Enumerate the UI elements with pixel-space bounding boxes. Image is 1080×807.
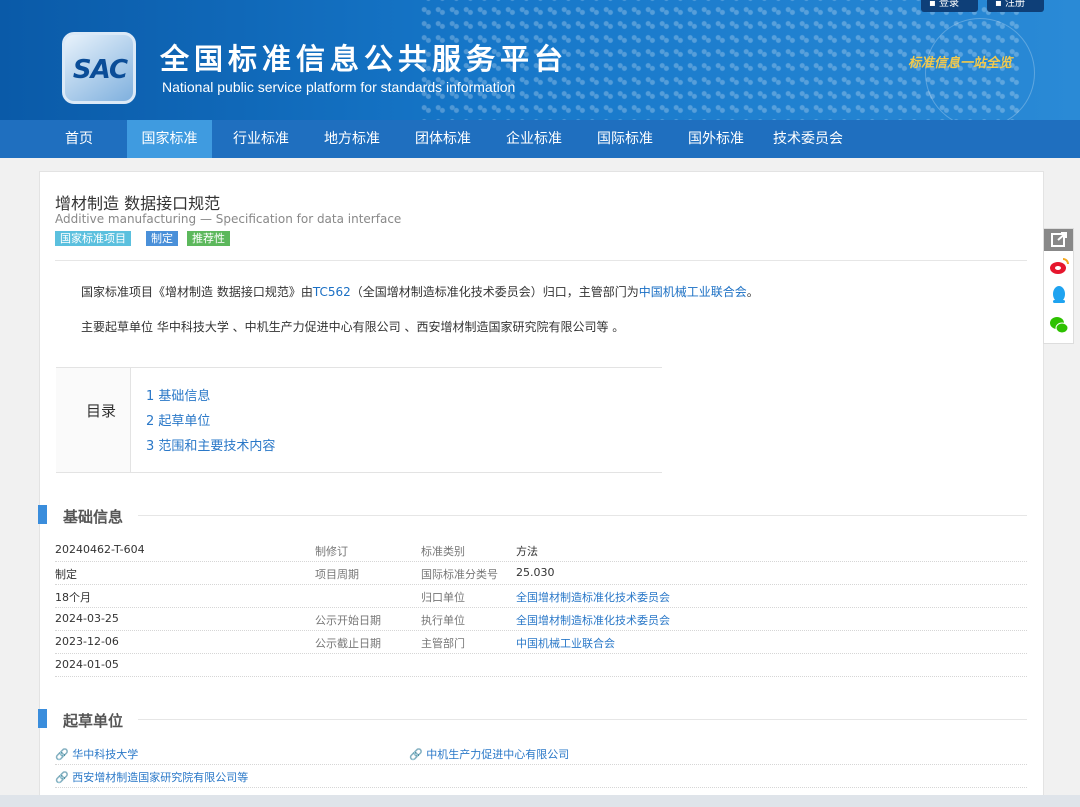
table-link[interactable]: 中国机械工业联合会 xyxy=(516,635,615,651)
table-cell: 归口单位 xyxy=(421,591,465,604)
row-divider xyxy=(55,676,1027,677)
tc-link[interactable]: TC562 xyxy=(313,285,351,299)
row-divider xyxy=(55,653,1027,654)
table-cell: 执行单位 xyxy=(421,614,465,627)
toc-label: 目录 xyxy=(86,402,117,420)
row-divider xyxy=(55,584,1027,585)
section-marker xyxy=(38,505,47,524)
table-cell: 国际标准分类号 xyxy=(421,568,498,581)
link-icon: 🔗 xyxy=(55,771,73,784)
dept-link[interactable]: 中国机械工业联合会 xyxy=(639,285,747,299)
login-button[interactable]: ▪ 登录 xyxy=(921,0,978,12)
nav-local[interactable]: 地方标准 xyxy=(313,120,391,158)
nav-committee[interactable]: 技术委员会 xyxy=(765,120,851,158)
section-line xyxy=(138,719,1027,720)
table-cell: 制修订 xyxy=(315,545,348,558)
section-marker xyxy=(38,709,47,728)
row-divider xyxy=(55,607,1027,608)
weibo-icon[interactable] xyxy=(1049,256,1069,276)
table-link[interactable]: 全国增材制造标准化技术委员会 xyxy=(516,589,670,605)
register-icon: ▪ xyxy=(995,0,1005,9)
drafter-link[interactable]: 🔗 华中科技大学 xyxy=(55,746,138,762)
header-banner: SAC 全国标准信息公共服务平台 National public service… xyxy=(0,0,1080,120)
table-cell: 方法 xyxy=(516,545,538,558)
row-divider xyxy=(55,764,1027,765)
user-icon: ▪ xyxy=(929,0,939,9)
share-sidebar xyxy=(1043,228,1074,344)
table-cell: 标准类别 xyxy=(421,545,465,558)
table-of-contents: 目录 1 基础信息 2 起草单位 3 范围和主要技术内容 xyxy=(56,367,662,473)
sac-logo[interactable]: SAC xyxy=(62,32,136,104)
standard-card: 增材制造 数据接口规范 Additive manufacturing — Spe… xyxy=(38,171,1044,807)
table-cell: 18个月 xyxy=(55,591,91,604)
intro-paragraph-2: 主要起草单位 华中科技大学 、中机生产力促进中心有限公司 、西安增材制造国家研究… xyxy=(81,320,625,334)
nav-enterprise[interactable]: 企业标准 xyxy=(495,120,573,158)
nav-group[interactable]: 团体标准 xyxy=(404,120,482,158)
row-divider xyxy=(55,561,1027,562)
nav-home[interactable]: 首页 xyxy=(50,120,108,158)
divider xyxy=(55,260,1027,261)
share-icon[interactable] xyxy=(1044,229,1073,251)
row-divider xyxy=(55,787,1027,788)
table-cell: 公示开始日期 xyxy=(315,614,381,627)
tag-project-type: 国家标准项目 xyxy=(55,231,131,246)
site-title-en: National public service platform for sta… xyxy=(162,79,516,95)
toc-item-basic[interactable]: 1 基础信息 xyxy=(146,385,210,404)
site-slogan: 标准信息一站全览 xyxy=(908,56,1013,71)
table-cell: 主管部门 xyxy=(421,637,465,650)
toc-label-box: 目录 xyxy=(56,368,131,472)
standard-title-en: Additive manufacturing — Specification f… xyxy=(55,212,402,226)
drafter-link[interactable]: 🔗 中机生产力促进中心有限公司 xyxy=(409,746,569,762)
intro-paragraph-1: 国家标准项目《增材制造 数据接口规范》由TC562（全国增材制造标准化技术委员会… xyxy=(81,285,759,299)
standard-title: 增材制造 数据接口规范 xyxy=(55,194,221,213)
table-link[interactable]: 全国增材制造标准化技术委员会 xyxy=(516,612,670,628)
nav-industry[interactable]: 行业标准 xyxy=(222,120,300,158)
bottom-toolbar xyxy=(0,795,1080,807)
section-line xyxy=(138,515,1027,516)
section-title-basic: 基础信息 xyxy=(63,508,124,526)
site-title-cn: 全国标准信息公共服务平台 xyxy=(160,42,569,76)
table-cell: 2023-12-06 xyxy=(55,635,119,648)
nav-national[interactable]: 国家标准 xyxy=(127,120,212,158)
drafter-link[interactable]: 🔗 西安增材制造国家研究院有限公司等 xyxy=(55,769,248,785)
table-cell: 25.030 xyxy=(516,566,555,579)
table-cell: 项目周期 xyxy=(315,568,359,581)
tag-recommended: 推荐性 xyxy=(187,231,230,246)
wechat-icon[interactable] xyxy=(1049,315,1069,335)
toc-item-drafters[interactable]: 2 起草单位 xyxy=(146,410,210,429)
nav-foreign[interactable]: 国外标准 xyxy=(677,120,755,158)
section-title-drafters: 起草单位 xyxy=(63,712,124,730)
link-icon: 🔗 xyxy=(55,748,73,761)
qq-icon[interactable] xyxy=(1049,285,1069,305)
table-cell: 2024-03-25 xyxy=(55,612,119,625)
table-cell: 2024-01-05 xyxy=(55,658,119,671)
main-nav: 首页 国家标准 行业标准 地方标准 团体标准 企业标准 国际标准 国外标准 技术… xyxy=(0,120,1080,158)
toc-item-scope[interactable]: 3 范围和主要技术内容 xyxy=(146,435,275,454)
link-icon: 🔗 xyxy=(409,748,427,761)
table-cell: 20240462-T-604 xyxy=(55,543,145,556)
row-divider xyxy=(55,630,1027,631)
table-cell: 制定 xyxy=(55,568,77,581)
tag-revision: 制定 xyxy=(146,231,178,246)
nav-international[interactable]: 国际标准 xyxy=(586,120,664,158)
register-button[interactable]: ▪ 注册 xyxy=(987,0,1044,12)
table-cell: 公示截止日期 xyxy=(315,637,381,650)
